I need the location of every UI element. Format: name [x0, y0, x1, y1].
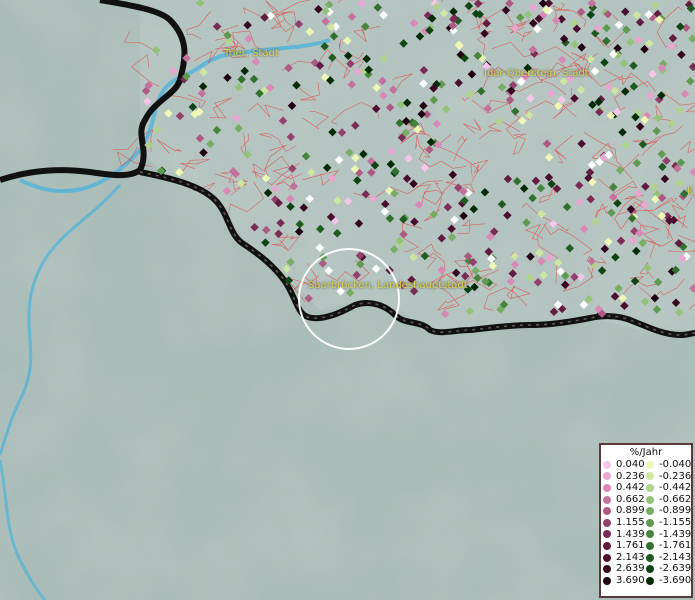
legend-label: 1.155	[616, 516, 645, 528]
legend-swatch-icon	[646, 495, 654, 504]
legend-label: 1.761	[616, 540, 645, 552]
legend-row: -0.899	[646, 505, 691, 517]
legend-label: -0.442	[659, 482, 692, 494]
legend-label: -0.236	[659, 470, 692, 482]
legend-row: -2.639	[646, 563, 691, 575]
legend-label: 0.442	[616, 482, 645, 494]
legend-swatch-icon	[603, 518, 611, 527]
legend-swatch-icon	[603, 495, 611, 504]
legend-label: -1.761	[659, 540, 692, 552]
legend-label: 2.639	[616, 563, 645, 575]
legend-swatch-icon	[603, 541, 611, 550]
legend-row: 2.639	[603, 563, 646, 575]
legend-label: 0.236	[616, 470, 645, 482]
city-label-saarbruecken: Saarbrücken, Landeshauptstadt	[308, 280, 468, 291]
legend-row: -0.236	[646, 471, 691, 483]
legend-row: 1.761	[603, 540, 646, 552]
legend-swatch-icon	[646, 483, 654, 492]
legend-row: 0.040	[603, 459, 646, 471]
legend-swatch-icon	[603, 472, 611, 481]
legend-row: -2.143	[646, 552, 691, 564]
legend-row: 0.899	[603, 505, 646, 517]
legend-swatch-icon	[603, 507, 611, 516]
legend-label: -0.662	[659, 493, 692, 505]
legend-row: -0.662	[646, 494, 691, 506]
legend-label: -0.040	[659, 459, 692, 470]
legend-swatch-icon	[646, 553, 654, 562]
legend-swatch-icon	[646, 565, 654, 574]
legend-swatch-icon	[646, 530, 654, 539]
legend-label: 3.690	[616, 574, 645, 586]
legend-label: -2.639	[659, 563, 692, 575]
legend-negative-column: -0.040 -0.236 -0.442 -0.662 -0.899 -1.155 -1.4…	[646, 459, 691, 587]
legend-title: %/Jahr	[629, 447, 663, 458]
legend-label: -0.899	[659, 505, 692, 517]
city-label-idar-oberstein: Idar-Oberstein, Stadt	[484, 68, 589, 79]
city-label-trier: Trier, Stadt	[224, 48, 279, 59]
legend-swatch-icon	[603, 460, 611, 469]
legend-row: -3.690	[646, 575, 691, 587]
legend-row: 1.155	[603, 517, 646, 529]
legend-row: -1.155	[646, 517, 691, 529]
legend-label: -1.439	[659, 528, 692, 540]
legend-label: 0.662	[616, 493, 645, 505]
legend-row: 0.442	[603, 482, 646, 494]
legend-label: 0.040	[616, 459, 645, 470]
legend-swatch-icon	[603, 483, 611, 492]
legend-row: -1.761	[646, 540, 691, 552]
legend-label: 0.899	[616, 505, 645, 517]
legend-row: -1.439	[646, 529, 691, 541]
legend: %/Jahr 0.040 0.236 0.442 0.662 0.899 1.155 1.4…	[599, 443, 693, 598]
legend-label: -3.690	[659, 574, 692, 586]
legend-row: 2.143	[603, 552, 646, 564]
legend-row: -0.442	[646, 482, 691, 494]
legend-row: -0.040	[646, 459, 691, 471]
legend-swatch-icon	[646, 576, 654, 585]
legend-swatch-icon	[646, 541, 654, 550]
legend-label: -2.143	[659, 551, 692, 563]
legend-swatch-icon	[646, 472, 654, 481]
city-label-k: K	[687, 186, 694, 197]
legend-row: 3.690	[603, 575, 646, 587]
legend-label: 1.439	[616, 528, 645, 540]
legend-swatch-icon	[646, 518, 654, 527]
legend-swatch-icon	[646, 460, 654, 469]
legend-swatch-icon	[603, 565, 611, 574]
legend-swatch-icon	[603, 576, 611, 585]
legend-swatch-icon	[603, 553, 611, 562]
legend-row: 0.662	[603, 494, 646, 506]
legend-row: 0.236	[603, 471, 646, 483]
legend-swatch-icon	[603, 530, 611, 539]
legend-label: 2.143	[616, 551, 645, 563]
legend-row: 1.439	[603, 529, 646, 541]
legend-label: -1.155	[659, 516, 692, 528]
legend-swatch-icon	[646, 507, 654, 516]
legend-positive-column: 0.040 0.236 0.442 0.662 0.899 1.155 1.439 1.761…	[603, 459, 646, 587]
relief-map[interactable]	[0, 0, 695, 600]
